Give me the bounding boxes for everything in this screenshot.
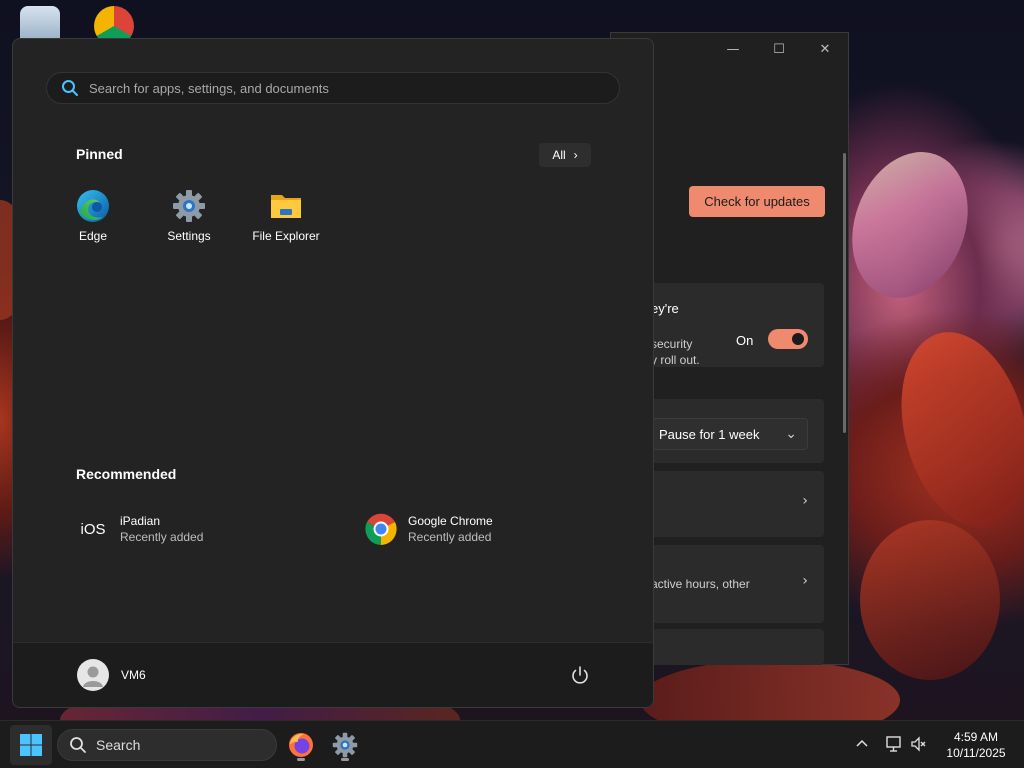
recommended-item-subtitle: Recently added [408,530,492,544]
volume-muted-icon[interactable] [909,734,929,754]
clock-time: 4:59 AM [953,730,999,744]
toggle-state-label: On [736,333,754,348]
recommended-item-name: Google Chrome [408,514,493,528]
pinned-app-file-explorer[interactable]: File Explorer [238,189,334,251]
pinned-app-label: Edge [78,229,108,243]
taskbar-clock[interactable]: 4:59 AM 10/11/2025 [936,729,1016,761]
start-menu: Pinned All › Edge [12,38,654,708]
recommended-item-ipadian[interactable]: iOS iPadian Recently added [76,509,203,549]
chrome-icon [365,513,397,545]
ios-icon: iOS [80,520,106,538]
pause-updates-value: Pause for 1 week [659,426,760,442]
recommended-item-google-chrome[interactable]: Google Chrome Recently added [364,509,493,549]
chevron-right-icon: › [802,573,808,589]
start-button[interactable] [10,725,52,765]
wallpaper-swirl [860,520,1000,680]
settings-gear-icon [332,732,358,758]
latest-updates-card: ey're security y roll out. On [651,283,824,367]
power-icon[interactable] [568,664,592,688]
chevron-down-icon: ⌄ [785,425,797,441]
settings-gear-icon [173,190,205,222]
card-description: security [651,337,693,351]
user-name[interactable]: VM6 [121,668,146,682]
wallpaper-swirl [832,135,988,315]
start-search-input[interactable] [89,80,589,96]
scrollbar[interactable] [843,153,846,433]
pinned-app-settings[interactable]: Settings [141,189,237,251]
wallpaper-swirl [881,317,1024,543]
recommended-item-name: iPadian [120,514,161,528]
windows-logo-icon [20,734,42,756]
pinned-heading: Pinned [76,146,123,162]
chevron-right-icon: › [802,493,808,509]
wallpaper-swirl [640,660,900,720]
recommended-item-subtitle: Recently added [120,530,204,544]
clock-date: 10/11/2025 [946,746,1006,760]
window-controls: — ☐ ✕ [710,33,848,65]
taskbar-search-label: Search [96,737,141,753]
firefox-icon [289,733,313,757]
start-search-box[interactable] [46,72,620,104]
all-apps-button[interactable]: All › [539,143,591,167]
taskbar: Search 4:59 AM 10/11/2025 [0,720,1024,768]
chevron-right-icon: › [573,148,578,162]
pause-updates-dropdown[interactable]: Pause for 1 week ⌄ [651,418,808,450]
all-apps-label: All [552,148,566,162]
minimize-button[interactable]: — [710,33,756,65]
update-history-card[interactable]: › [651,471,824,537]
card-description: active hours, other [651,577,750,591]
user-icon [83,666,103,687]
check-for-updates-button[interactable]: Check for updates [689,186,825,217]
card-heading: ey're [651,301,679,316]
recommended-heading: Recommended [76,466,177,482]
insider-program-card[interactable] [651,629,824,665]
get-latest-updates-toggle[interactable] [768,329,808,349]
user-avatar[interactable] [77,659,109,691]
running-indicator [341,758,349,761]
maximize-button[interactable]: ☐ [756,33,802,65]
taskbar-firefox[interactable] [283,727,319,763]
search-icon [62,80,78,96]
taskbar-search[interactable]: Search [57,729,277,761]
start-menu-footer: VM6 [13,642,653,707]
running-indicator [297,758,305,761]
close-button[interactable]: ✕ [802,33,848,65]
folder-icon [271,195,301,218]
search-icon [70,737,86,753]
network-icon[interactable] [884,734,904,754]
pinned-app-edge[interactable]: Edge [45,189,141,251]
advanced-options-card[interactable]: active hours, other › [651,545,824,623]
chevron-up-icon[interactable] [852,734,872,754]
pinned-app-label: File Explorer [252,229,320,243]
pinned-app-label: Settings [167,229,211,243]
taskbar-settings[interactable] [327,727,363,763]
card-description: y roll out. [651,353,700,367]
edge-icon [77,190,109,222]
